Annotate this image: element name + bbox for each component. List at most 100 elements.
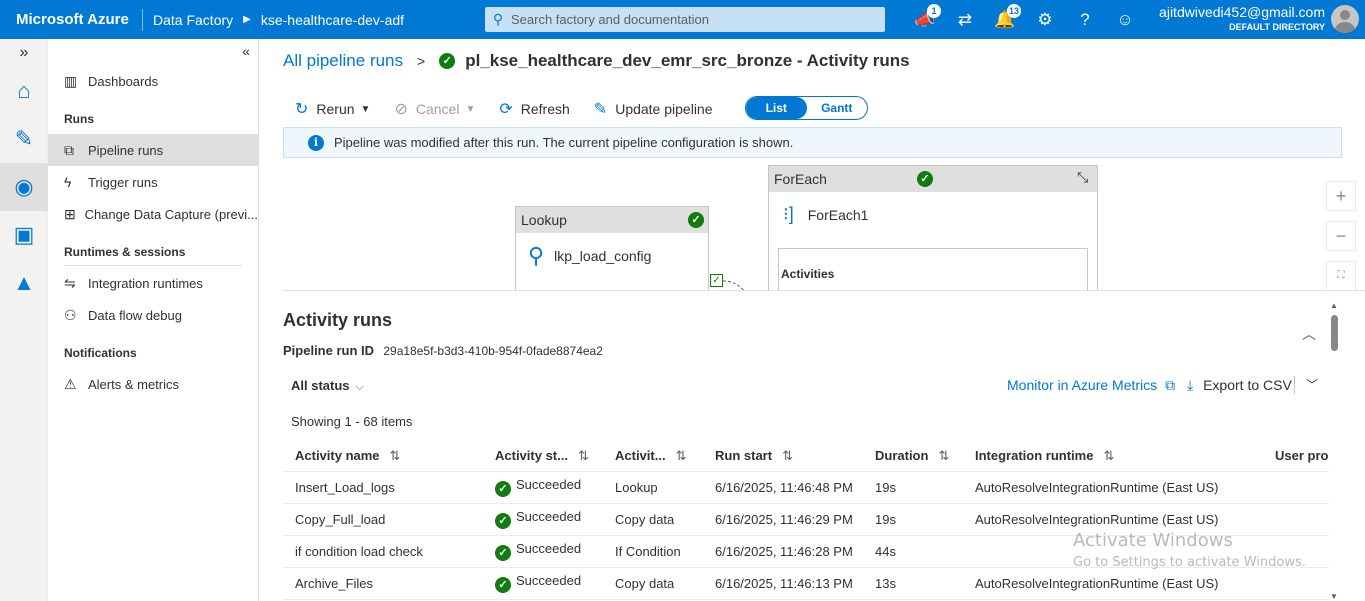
- column-header[interactable]: Activit... ⇅: [603, 441, 703, 472]
- nav-item-label: Data flow debug: [88, 307, 182, 323]
- node-body: ⁝] ForEach1: [769, 192, 1097, 225]
- export-csv-button[interactable]: ⤓ Export to CSV: [1187, 377, 1292, 394]
- inner-activities-box: Activities: [778, 248, 1088, 290]
- nav-item-cdc[interactable]: ⊞ Change Data Capture (previ...: [48, 198, 258, 230]
- run-start: 6/16/2025, 11:46:29 PM: [703, 503, 863, 536]
- nav-item-data-flow-debug[interactable]: ⚇ Data flow debug: [48, 299, 258, 331]
- rerun-button[interactable]: ↻ Rerun ▼: [295, 99, 370, 119]
- help-icon[interactable]: ?: [1065, 10, 1105, 30]
- sort-icon: ⇅: [577, 447, 589, 463]
- sort-icon: ⇅: [389, 447, 401, 463]
- success-check-icon: ✓: [439, 53, 456, 69]
- update-pipeline-button[interactable]: ✎ Update pipeline: [594, 99, 713, 119]
- scrollbar-thumb[interactable]: [1331, 315, 1338, 351]
- author-pencil-icon[interactable]: ✎: [0, 115, 48, 163]
- chevron-up-icon[interactable]: ︿: [1302, 324, 1316, 344]
- activity-type: If Condition: [603, 535, 703, 568]
- refresh-label: Refresh: [520, 101, 570, 117]
- nav-item-label: Alerts & metrics: [88, 376, 180, 392]
- column-header[interactable]: Run start ⇅: [703, 441, 863, 472]
- column-header[interactable]: Activity st... ⇅: [483, 441, 603, 472]
- column-header[interactable]: Duration ⇅: [863, 441, 963, 472]
- zoom-out-button[interactable]: −: [1326, 221, 1356, 251]
- avatar[interactable]: [1331, 5, 1359, 33]
- pipeline-icon: ⧉: [64, 141, 74, 158]
- breadcrumb-factory-name[interactable]: kse-healthcare-dev-adf: [251, 12, 414, 28]
- success-output-icon[interactable]: ✓: [710, 274, 723, 287]
- cancel-icon: ⊘: [394, 101, 408, 118]
- run-start: 6/16/2025, 11:46:13 PM: [703, 567, 863, 600]
- view-gantt-button[interactable]: Gantt: [807, 97, 868, 119]
- foreach-activity-node[interactable]: ForEach ✓ ⤡ ⁝] ForEach1 Activities: [768, 165, 1098, 290]
- table-row[interactable]: Archive_Files ✓ Succeeded Copy data 6/16/…: [283, 567, 1329, 600]
- foreach-icon: ⁝]: [783, 204, 794, 224]
- chevron-down-icon[interactable]: ﹀: [1306, 376, 1318, 393]
- success-check-icon: ✓: [917, 171, 933, 187]
- column-header[interactable]: Activity name ⇅: [283, 441, 483, 472]
- node-body: ⚲ lkp_load_config: [516, 233, 708, 269]
- cancel-button[interactable]: ⊘ Cancel ▼: [394, 99, 475, 119]
- warning-icon: ⚠: [64, 375, 77, 392]
- nav-item-dashboards[interactable]: ▥ Dashboards: [48, 65, 258, 97]
- collapse-node-icon[interactable]: ⤡: [1077, 169, 1088, 186]
- divider: [1294, 376, 1295, 394]
- cancel-label: Cancel: [415, 101, 460, 117]
- breadcrumb-data-factory[interactable]: Data Factory: [143, 12, 243, 28]
- notifications-icon[interactable]: 🔔 13: [985, 3, 1025, 30]
- activity-type: Copy data: [603, 503, 703, 536]
- pipeline-canvas[interactable]: Lookup ✓ ⚲ lkp_load_config ✓ ForEach ✓ ⤡…: [283, 165, 1365, 291]
- expand-rail-icon[interactable]: »: [0, 39, 48, 67]
- whats-new-icon[interactable]: 📣 1: [905, 3, 945, 30]
- nav-item-integration-runtimes[interactable]: ⇋ Integration runtimes: [48, 267, 258, 299]
- feedback-icon[interactable]: ☺: [1105, 10, 1145, 30]
- watermark-line2: Go to Settings to activate Windows.: [1073, 555, 1306, 570]
- table-row[interactable]: Insert_Load_logs ✓ Succeeded Lookup 6/16/…: [283, 471, 1329, 504]
- nav-item-trigger-runs[interactable]: ϟ Trigger runs: [48, 166, 258, 198]
- learning-center-icon[interactable]: ▲: [0, 259, 48, 307]
- breadcrumb-separator: >: [417, 53, 426, 69]
- monitor-link-label: Monitor in Azure Metrics: [1007, 377, 1158, 393]
- manage-toolbox-icon[interactable]: ▣: [0, 211, 48, 259]
- activity-name: Copy_Full_load: [283, 503, 483, 536]
- scroll-down-icon[interactable]: ▼: [1330, 592, 1338, 601]
- chevron-down-icon: ▼: [360, 103, 371, 115]
- user-account[interactable]: ajitdwivedi452@gmail.com DEFAULT DIRECTO…: [1159, 4, 1325, 32]
- zoom-100-icon[interactable]: ⛶: [1326, 261, 1356, 290]
- vertical-scrollbar[interactable]: ▲ ▼: [1328, 301, 1340, 601]
- external-link-icon: ⧉: [1165, 377, 1176, 393]
- gear-icon[interactable]: ⚙: [1025, 10, 1065, 30]
- nav-item-label: Dashboards: [88, 73, 159, 89]
- nav-section-notifications: Notifications: [64, 346, 137, 360]
- connector-arrow: [723, 280, 745, 290]
- column-header[interactable]: Integration runtime ⇅: [963, 441, 1263, 472]
- scroll-up-icon[interactable]: ▲: [1330, 301, 1338, 310]
- chevron-right-icon: ▶: [243, 14, 251, 25]
- pencil-icon: ✎: [593, 101, 608, 118]
- status-filter[interactable]: All status ⌵: [291, 378, 364, 394]
- status-filter-label: All status: [291, 378, 350, 393]
- zoom-in-button[interactable]: +: [1326, 181, 1356, 211]
- duration: 13s: [863, 567, 963, 600]
- switch-directory-icon[interactable]: ⇄: [945, 10, 985, 30]
- collapse-nav-icon[interactable]: «: [242, 43, 250, 59]
- monitor-gauge-icon[interactable]: ◉: [0, 163, 48, 211]
- all-pipeline-runs-link[interactable]: All pipeline runs: [283, 51, 403, 71]
- duration: 44s: [863, 535, 963, 568]
- monitor-azure-metrics-link[interactable]: Monitor in Azure Metrics ⧉: [1007, 377, 1175, 394]
- top-icon-bar: 📣 1 ⇄ 🔔 13 ⚙ ? ☺: [905, 0, 1145, 39]
- success-check-icon: ✓: [688, 212, 704, 228]
- run-id-value: 29a18e5f-b3d3-410b-954f-0fade8874ea2: [383, 344, 603, 358]
- azure-brand[interactable]: Microsoft Azure: [0, 11, 142, 28]
- view-list-button[interactable]: List: [746, 97, 807, 119]
- info-icon: i: [308, 134, 324, 151]
- activity-name: if condition load check: [283, 535, 483, 568]
- nav-item-alerts[interactable]: ⚠ Alerts & metrics: [48, 368, 258, 400]
- search-box[interactable]: ⚲ Search factory and documentation: [485, 7, 885, 32]
- home-icon[interactable]: ⌂: [0, 67, 48, 115]
- column-header[interactable]: User prop: [1263, 441, 1329, 472]
- lookup-activity-node[interactable]: Lookup ✓ ⚲ lkp_load_config: [515, 206, 709, 290]
- refresh-button[interactable]: ⟳ Refresh: [499, 99, 569, 119]
- activity-type: Copy data: [603, 567, 703, 600]
- nav-item-pipeline-runs[interactable]: ⧉ Pipeline runs: [48, 134, 258, 166]
- download-icon: ⤓: [1187, 377, 1194, 393]
